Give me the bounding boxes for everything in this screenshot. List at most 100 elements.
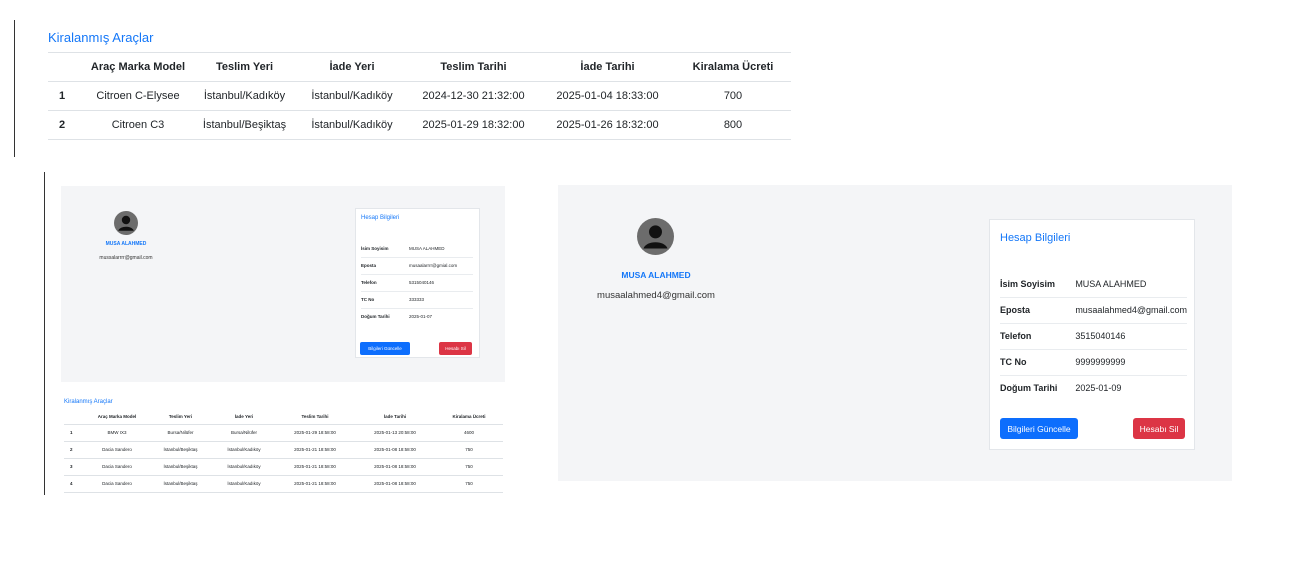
cell-fee: 750 bbox=[435, 441, 503, 459]
info-label: Doğum Tarihi bbox=[1000, 383, 1058, 394]
info-value: 5315040146 bbox=[409, 274, 473, 292]
column-header-car: Araç Marka Model bbox=[84, 52, 192, 82]
rented-cars-section: Kiralanmış Araçlar Araç Marka Model Tesl… bbox=[48, 30, 791, 140]
table-row: 3 Dacia Sandero İstanbul/Beşiktaş İstanb… bbox=[64, 458, 503, 476]
table-row: 1 Citroen C-Elysee İstanbul/Kadıköy İsta… bbox=[48, 81, 791, 111]
info-row: Telefon 5315040146 bbox=[361, 274, 473, 292]
info-value: MUSA ALAHMED bbox=[409, 240, 473, 258]
delete-account-button[interactable]: Hesabı Sil bbox=[1133, 418, 1185, 439]
cell-pickup: İstanbul/Beşiktaş bbox=[148, 458, 213, 476]
info-label: Telefon bbox=[361, 274, 409, 292]
update-info-button[interactable]: Bilgileri Güncelle bbox=[360, 342, 410, 355]
avatar-icon bbox=[114, 211, 138, 235]
cell-pickup: İstanbul/Kadıköy bbox=[192, 81, 297, 111]
user-name: MUSA ALAHMED bbox=[621, 270, 691, 280]
column-header-return-date: İade Tarihi bbox=[540, 52, 675, 82]
account-info-title: Hesap Bilgileri bbox=[361, 215, 400, 221]
column-header-index bbox=[64, 409, 86, 425]
cell-return-date: 2025-01-26 18:32:00 bbox=[540, 110, 675, 140]
cell-car: Citroen C-Elysee bbox=[84, 81, 192, 111]
column-header-fee: Kiralama Ücreti bbox=[435, 409, 503, 425]
cell-return-date: 2025-01-08 18:58:00 bbox=[355, 475, 435, 493]
profile-panel-large: MUSA ALAHMED musaalahmed4@gmail.com Hesa… bbox=[558, 185, 1232, 481]
table-header-row: Araç Marka Model Teslim Yeri İade Yeri T… bbox=[48, 52, 791, 82]
rented-cars-table: Araç Marka Model Teslim Yeri İade Yeri T… bbox=[64, 409, 503, 493]
update-info-button[interactable]: Bilgileri Güncelle bbox=[1000, 418, 1078, 439]
column-header-car: Araç Marka Model bbox=[86, 409, 148, 425]
rented-cars-title: Kiralanmış Araçlar bbox=[64, 399, 113, 405]
column-header-return: İade Yeri bbox=[297, 52, 407, 82]
account-info-card: Hesap Bilgileri İsim Soyisim MUSA ALAHMED… bbox=[989, 219, 1195, 450]
cell-return: İstanbul/Kadıköy bbox=[297, 81, 407, 111]
info-value: MUSA ALAHMED bbox=[1075, 271, 1187, 298]
info-label: Eposta bbox=[361, 257, 409, 275]
cell-pickup-date: 2025-01-29 18:58:00 bbox=[275, 424, 355, 442]
info-row: Eposta musaalahmed4@gmail.com bbox=[1000, 297, 1187, 324]
table-row: 2 Citroen C3 İstanbul/Beşiktaş İstanbul/… bbox=[48, 110, 791, 140]
cell-fee: 800 bbox=[675, 110, 791, 140]
info-value: 333333 bbox=[409, 291, 473, 309]
cell-car: Dacia Sandero bbox=[86, 458, 148, 476]
cell-fee: 750 bbox=[435, 475, 503, 493]
rented-cars-title: Kiralanmış Araçlar bbox=[48, 30, 154, 45]
info-value: 3515040146 bbox=[1075, 323, 1187, 350]
table-row: 2 Dacia Sandero İstanbul/Beşiktaş İstanb… bbox=[64, 441, 503, 459]
cell-return: İstanbul/Kadıköy bbox=[213, 441, 275, 459]
column-header-index bbox=[48, 52, 84, 82]
user-name: MUSA ALAHMED bbox=[105, 241, 147, 247]
cell-car: Citroen C3 bbox=[84, 110, 192, 140]
info-value: 9999999999 bbox=[1075, 349, 1187, 376]
column-header-pickup: Teslim Yeri bbox=[148, 409, 213, 425]
row-index: 1 bbox=[64, 424, 86, 442]
cell-return: İstanbul/Kadıköy bbox=[213, 458, 275, 476]
column-header-fee: Kiralama Ücreti bbox=[675, 52, 791, 82]
cell-pickup: İstanbul/Beşiktaş bbox=[148, 441, 213, 459]
table-header-row: Araç Marka Model Teslim Yeri İade Yeri T… bbox=[64, 409, 503, 425]
row-index: 4 bbox=[64, 475, 86, 493]
cell-fee: 750 bbox=[435, 458, 503, 476]
user-email: mussalarrrr@gmail.com bbox=[99, 255, 153, 261]
account-info-table: İsim Soyisim MUSA ALAHMED Eposta musaalahm… bbox=[1000, 271, 1187, 401]
cell-pickup: Bursa/Nilüfer bbox=[148, 424, 213, 442]
cell-return-date: 2025-01-08 18:58:00 bbox=[355, 458, 435, 476]
cell-fee: 700 bbox=[675, 81, 791, 111]
account-info-title: Hesap Bilgileri bbox=[1000, 232, 1071, 244]
divider-line bbox=[14, 20, 15, 157]
info-label: İsim Soyisim bbox=[1000, 271, 1076, 298]
cell-return: İstanbul/Kadıköy bbox=[297, 110, 407, 140]
cell-car: Dacia Sandero bbox=[86, 441, 148, 459]
cell-pickup-date: 2025-01-21 18:58:00 bbox=[275, 475, 355, 493]
cell-pickup: İstanbul/Beşiktaş bbox=[148, 475, 213, 493]
info-row: Doğum Tarihi 2025-01-09 bbox=[1000, 375, 1187, 401]
row-index: 1 bbox=[48, 81, 84, 111]
column-header-return: İade Yeri bbox=[213, 409, 275, 425]
cell-return: İstanbul/Kadıköy bbox=[213, 475, 275, 493]
row-index: 2 bbox=[64, 441, 86, 459]
column-header-pickup-date: Teslim Tarihi bbox=[275, 409, 355, 425]
cell-fee: 4600 bbox=[435, 424, 503, 442]
info-label: Telefon bbox=[1000, 323, 1076, 350]
info-row: Telefon 3515040146 bbox=[1000, 323, 1187, 350]
divider-line bbox=[44, 172, 45, 495]
cell-return-date: 2025-01-08 18:58:00 bbox=[355, 441, 435, 459]
cell-return-date: 2025-01-04 18:33:00 bbox=[540, 81, 675, 111]
info-value: 2025-01-09 bbox=[1075, 383, 1122, 394]
delete-account-button[interactable]: Hesabı Sil bbox=[439, 342, 472, 355]
info-value: musaalarrrr@gmial.com bbox=[409, 257, 473, 275]
cell-pickup-date: 2024-12-30 21:32:00 bbox=[407, 81, 540, 111]
cell-pickup: İstanbul/Beşiktaş bbox=[192, 110, 297, 140]
info-row: TC No 333333 bbox=[361, 291, 473, 309]
column-header-return-date: İade Tarihi bbox=[355, 409, 435, 425]
info-value: musaalahmed4@gmail.com bbox=[1075, 297, 1187, 324]
row-index: 2 bbox=[48, 110, 84, 140]
cell-return: Bursa/Nilüfer bbox=[213, 424, 275, 442]
column-header-pickup: Teslim Yeri bbox=[192, 52, 297, 82]
cell-pickup-date: 2025-01-29 18:32:00 bbox=[407, 110, 540, 140]
info-label: TC No bbox=[1000, 349, 1076, 376]
table-row: 1 BMW IX3 Bursa/Nilüfer Bursa/Nilüfer 20… bbox=[64, 424, 503, 442]
rented-cars-table: Araç Marka Model Teslim Yeri İade Yeri T… bbox=[48, 52, 791, 140]
column-header-pickup-date: Teslim Tarihi bbox=[407, 52, 540, 82]
info-label: İsim Soyisim bbox=[361, 240, 409, 258]
info-value: 2025-01-07 bbox=[409, 314, 433, 320]
cell-return-date: 2025-01-13 20:58:00 bbox=[355, 424, 435, 442]
